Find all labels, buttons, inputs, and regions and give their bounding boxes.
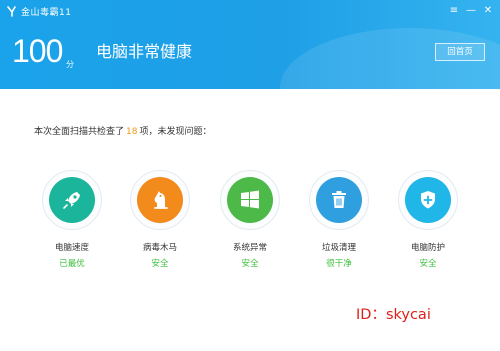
item-circle [405,177,451,223]
windows-icon [241,190,259,209]
check-item-protection[interactable]: 电脑防护 安全 [383,170,473,280]
item-label: 病毒木马 [142,243,177,253]
item-label: 电脑防护 [410,243,445,253]
item-label: 系统异常 [232,243,267,253]
check-item-speed[interactable]: 电脑速度 已最优 [27,170,117,280]
item-circle [49,177,95,223]
rocket-icon [63,192,80,209]
close-button[interactable]: ✕ [481,4,495,18]
health-status: 电脑非常健康 [96,42,193,61]
item-label: 电脑速度 [54,243,89,253]
item-circle [227,177,273,223]
item-label: 垃圾清理 [321,243,356,253]
minimize-button[interactable]: — [464,4,478,18]
watermark-text: ID：skycai [356,307,431,323]
scan-summary: 本次全面扫描共检查了 18 项，未发现问题： [34,124,211,137]
item-state: 很干净 [326,259,352,269]
app-logo-icon [7,6,16,17]
item-ring [42,170,102,230]
title-bar: 金山毒霸11 ≡ — ✕ [0,0,500,22]
menu-button[interactable]: ≡ [447,4,461,18]
summary-suffix: 项，未发现问题： [139,127,212,137]
shield-icon [421,191,435,209]
check-item-system[interactable]: 系统异常 安全 [205,170,295,280]
item-ring [130,170,190,230]
item-state: 安全 [151,259,169,269]
score-unit: 分 [66,60,74,69]
item-state: 已最优 [59,259,85,269]
check-items: 电脑速度 已最优 病毒木马 安全 系统异常 安全 垃圾清理 很干净 电脑防护 安… [0,170,500,280]
app-title: 金山毒霸11 [21,8,72,18]
result-header: 金山毒霸11 ≡ — ✕ 100 分 电脑非常健康 回首页 [0,0,500,89]
item-state: 安全 [241,259,259,269]
health-score: 100 [12,33,63,69]
check-item-junk[interactable]: 垃圾清理 很干净 [294,170,384,280]
trash-icon [332,191,346,208]
check-item-virus[interactable]: 病毒木马 安全 [115,170,205,280]
back-home-button[interactable]: 回首页 [435,43,485,61]
item-state: 安全 [419,259,437,269]
horse-icon [154,191,168,209]
summary-prefix: 本次全面扫描共检查了 [34,127,125,137]
item-circle [316,177,362,223]
summary-count: 18 [126,127,138,137]
item-ring [309,170,369,230]
item-circle [137,177,183,223]
item-ring [220,170,280,230]
item-ring [398,170,458,230]
